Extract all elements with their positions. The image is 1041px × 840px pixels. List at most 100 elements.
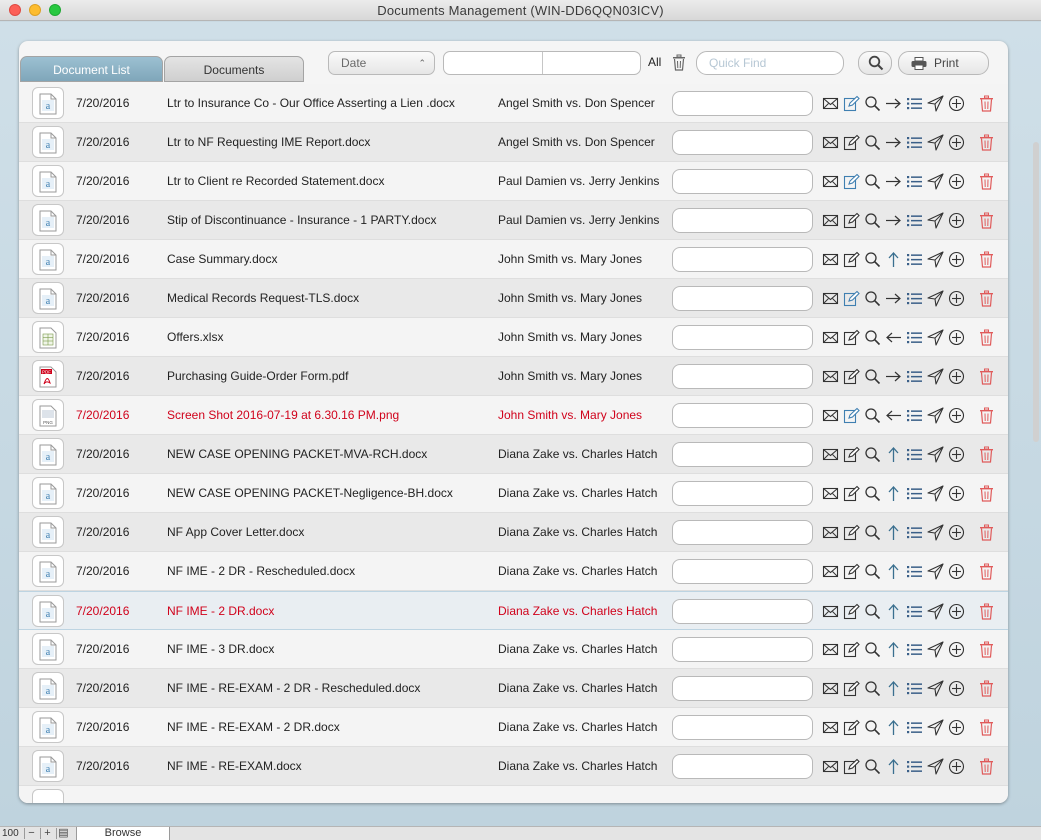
- word-doc-icon[interactable]: [32, 789, 64, 803]
- table-row[interactable]: a 7/20/2016 Case Summary.docx John Smith vs…: [19, 240, 1008, 279]
- magnifier-icon[interactable]: [864, 641, 881, 658]
- add-circle-icon[interactable]: [948, 251, 965, 268]
- send-icon[interactable]: [927, 446, 944, 463]
- word-doc-icon[interactable]: a: [32, 633, 64, 665]
- note-field[interactable]: [672, 715, 813, 740]
- trash-icon[interactable]: [978, 173, 995, 190]
- table-row[interactable]: PNG 7/20/2016 Screen Shot 2016-07-19 at 6.…: [19, 396, 1008, 435]
- document-name[interactable]: Ltr to Insurance Co - Our Office Asserti…: [167, 96, 492, 110]
- send-icon[interactable]: [927, 563, 944, 580]
- right-arrow-icon[interactable]: [885, 290, 902, 307]
- send-icon[interactable]: [927, 524, 944, 541]
- add-circle-icon[interactable]: [948, 446, 965, 463]
- add-circle-icon[interactable]: [948, 758, 965, 775]
- email-icon[interactable]: [822, 563, 839, 580]
- document-name[interactable]: Screen Shot 2016-07-19 at 6.30.16 PM.png: [167, 408, 492, 422]
- list-icon[interactable]: [906, 329, 923, 346]
- right-arrow-icon[interactable]: [885, 173, 902, 190]
- zoom-level[interactable]: 100: [2, 828, 19, 839]
- word-doc-icon[interactable]: a: [32, 126, 64, 158]
- add-circle-icon[interactable]: [948, 407, 965, 424]
- note-field[interactable]: [672, 481, 813, 506]
- add-circle-icon[interactable]: [948, 134, 965, 151]
- trash-icon[interactable]: [978, 95, 995, 112]
- trash-icon[interactable]: [978, 290, 995, 307]
- word-doc-icon[interactable]: a: [32, 672, 64, 704]
- up-arrow-icon[interactable]: [885, 719, 902, 736]
- word-doc-icon[interactable]: a: [32, 282, 64, 314]
- edit-icon[interactable]: [843, 407, 860, 424]
- table-row[interactable]: a 7/20/2016 Medical Records Request-TLS.do…: [19, 279, 1008, 318]
- document-name[interactable]: NF App Cover Letter.docx: [167, 525, 492, 539]
- trash-icon[interactable]: [978, 134, 995, 151]
- magnifier-icon[interactable]: [864, 758, 881, 775]
- note-field[interactable]: [672, 208, 813, 233]
- note-field[interactable]: [672, 130, 813, 155]
- email-icon[interactable]: [822, 407, 839, 424]
- magnifier-icon[interactable]: [864, 95, 881, 112]
- note-field[interactable]: [672, 442, 813, 467]
- pdf-icon[interactable]: PDF: [32, 360, 64, 392]
- edit-icon[interactable]: [843, 758, 860, 775]
- edit-icon[interactable]: [843, 680, 860, 697]
- edit-icon[interactable]: [843, 173, 860, 190]
- send-icon[interactable]: [927, 407, 944, 424]
- list-icon[interactable]: [906, 251, 923, 268]
- table-row[interactable]: a 7/20/2016 NF App Cover Letter.docx Diana …: [19, 513, 1008, 552]
- add-circle-icon[interactable]: [948, 641, 965, 658]
- add-circle-icon[interactable]: [948, 524, 965, 541]
- add-circle-icon[interactable]: [948, 680, 965, 697]
- magnifier-icon[interactable]: [864, 719, 881, 736]
- table-row[interactable]: a 7/20/2016 Ltr to NF Requesting IME Repor…: [19, 123, 1008, 162]
- magnifier-icon[interactable]: [864, 446, 881, 463]
- table-row[interactable]: a 7/20/2016 NF IME - RE-EXAM.docx Diana Zak…: [19, 747, 1008, 786]
- list-icon[interactable]: [906, 368, 923, 385]
- send-icon[interactable]: [927, 173, 944, 190]
- edit-icon[interactable]: [843, 603, 860, 620]
- document-name[interactable]: NF IME - RE-EXAM - 2 DR - Rescheduled.do…: [167, 681, 492, 695]
- right-arrow-icon[interactable]: [885, 134, 902, 151]
- word-doc-icon[interactable]: a: [32, 750, 64, 782]
- email-icon[interactable]: [822, 641, 839, 658]
- note-field[interactable]: [672, 91, 813, 116]
- document-name[interactable]: Ltr to NF Requesting IME Report.docx: [167, 135, 492, 149]
- email-icon[interactable]: [822, 524, 839, 541]
- up-arrow-icon[interactable]: [885, 485, 902, 502]
- magnifier-icon[interactable]: [864, 485, 881, 502]
- date-range-field[interactable]: [443, 51, 641, 75]
- email-icon[interactable]: [822, 446, 839, 463]
- list-icon[interactable]: [906, 524, 923, 541]
- trash-icon[interactable]: [978, 758, 995, 775]
- table-row[interactable]: a 7/20/2016 Ltr to Client re Recorded Stat…: [19, 162, 1008, 201]
- edit-icon[interactable]: [843, 134, 860, 151]
- email-icon[interactable]: [822, 173, 839, 190]
- magnifier-icon[interactable]: [864, 368, 881, 385]
- add-circle-icon[interactable]: [948, 212, 965, 229]
- up-arrow-icon[interactable]: [885, 641, 902, 658]
- note-field[interactable]: [672, 599, 813, 624]
- note-field[interactable]: [672, 520, 813, 545]
- search-button[interactable]: [858, 51, 892, 75]
- magnifier-icon[interactable]: [864, 524, 881, 541]
- up-arrow-icon[interactable]: [885, 524, 902, 541]
- note-field[interactable]: [672, 286, 813, 311]
- document-name[interactable]: NEW CASE OPENING PACKET-MVA-RCH.docx: [167, 447, 492, 461]
- vertical-scrollbar[interactable]: [1033, 142, 1039, 442]
- up-arrow-icon[interactable]: [885, 446, 902, 463]
- note-field[interactable]: [672, 559, 813, 584]
- email-icon[interactable]: [822, 485, 839, 502]
- add-circle-icon[interactable]: [948, 563, 965, 580]
- magnifier-icon[interactable]: [864, 680, 881, 697]
- trash-icon[interactable]: [978, 641, 995, 658]
- document-name[interactable]: Ltr to Client re Recorded Statement.docx: [167, 174, 492, 188]
- list-icon[interactable]: [906, 641, 923, 658]
- send-icon[interactable]: [927, 719, 944, 736]
- send-icon[interactable]: [927, 758, 944, 775]
- trash-icon[interactable]: [978, 212, 995, 229]
- table-row[interactable]: 7/20/2016 Offers.xlsx John Smith vs. Mary …: [19, 318, 1008, 357]
- trash-icon[interactable]: [978, 329, 995, 346]
- send-icon[interactable]: [927, 134, 944, 151]
- up-arrow-icon[interactable]: [885, 563, 902, 580]
- edit-icon[interactable]: [843, 329, 860, 346]
- word-doc-icon[interactable]: a: [32, 516, 64, 548]
